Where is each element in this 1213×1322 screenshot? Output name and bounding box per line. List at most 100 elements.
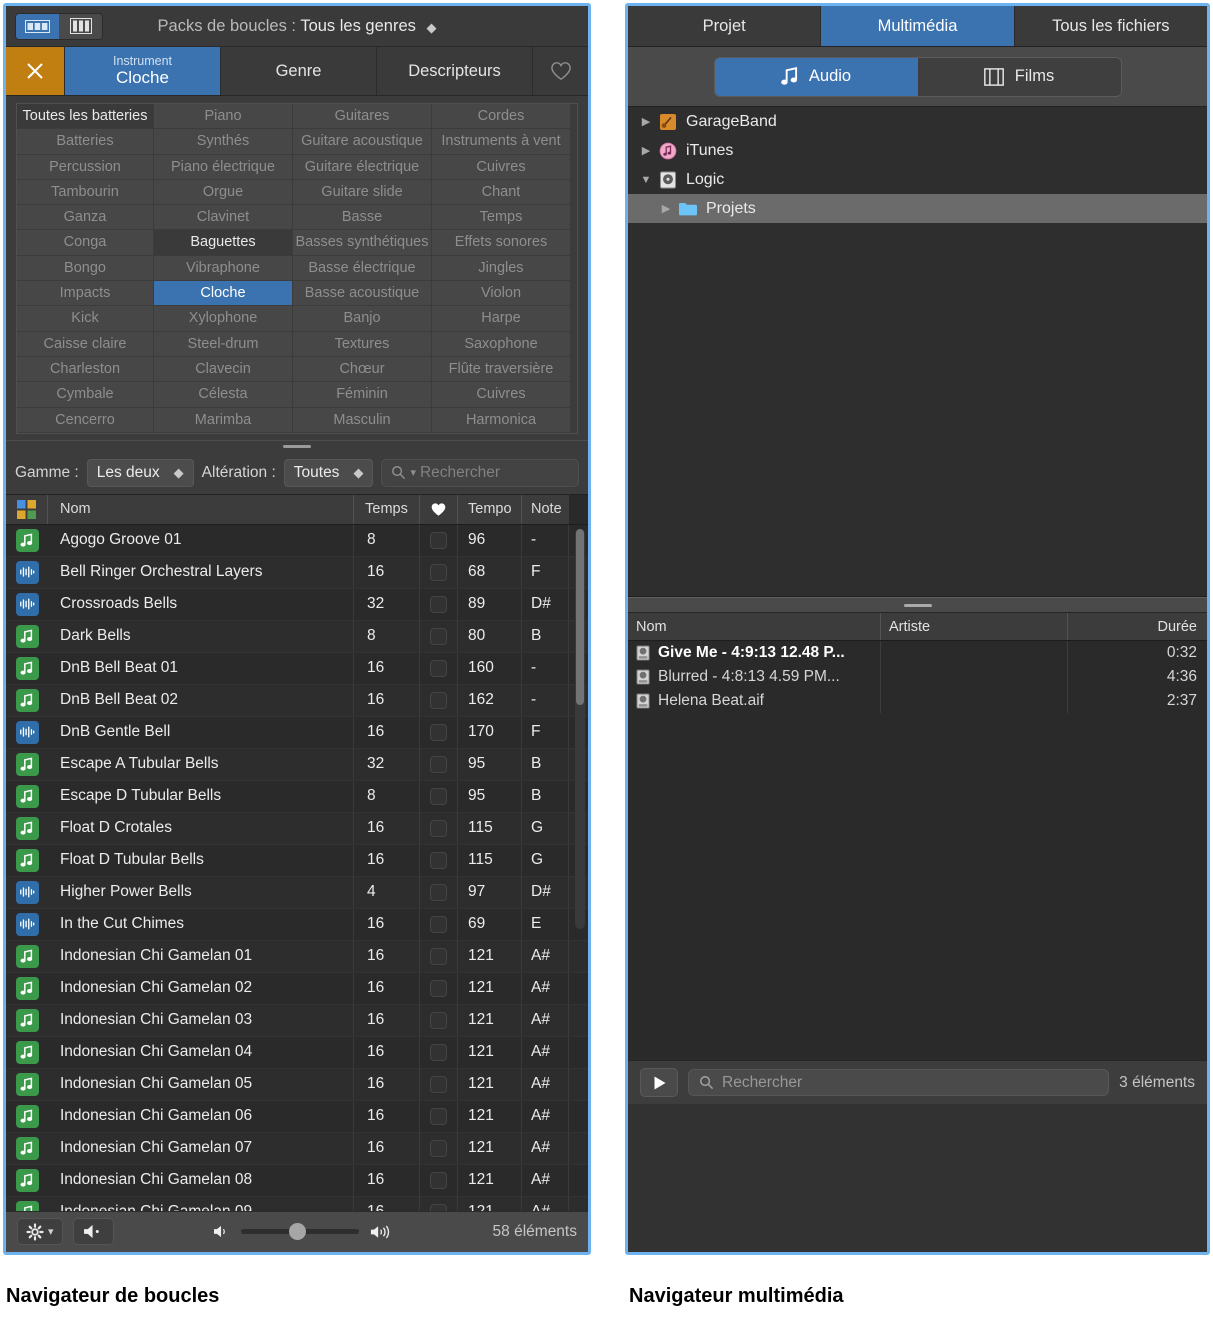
media-file-row[interactable]: Helena Beat.aif 2:37 bbox=[628, 689, 1207, 713]
instrument-keyword-cell[interactable]: Cencerro bbox=[17, 407, 154, 433]
loop-favorite-cell[interactable] bbox=[420, 876, 458, 908]
favorite-checkbox[interactable] bbox=[430, 531, 447, 549]
column-header-tempo[interactable]: Tempo bbox=[458, 494, 522, 524]
favorite-checkbox[interactable] bbox=[430, 883, 447, 901]
instrument-keyword-cell[interactable]: Piano bbox=[154, 104, 293, 130]
table-row[interactable]: DnB Gentle Bell 16 170 F bbox=[6, 716, 588, 749]
table-row[interactable]: Indonesian Chi Gamelan 02 16 121 A# bbox=[6, 972, 588, 1005]
favorites-filter-button[interactable] bbox=[532, 47, 588, 95]
table-row[interactable]: Float D Crotales 16 115 G bbox=[6, 812, 588, 845]
instrument-keyword-cell[interactable]: Guitare acoustique bbox=[293, 129, 432, 155]
instrument-keyword-cell[interactable]: Banjo bbox=[293, 306, 432, 332]
table-row[interactable]: Indonesian Chi Gamelan 07 16 121 A# bbox=[6, 1132, 588, 1165]
favorite-checkbox[interactable] bbox=[430, 659, 447, 677]
loop-list-scrollbar[interactable] bbox=[575, 528, 585, 929]
tree-item[interactable]: ▼ Logic bbox=[628, 165, 1207, 194]
segment-films[interactable]: Films bbox=[917, 57, 1121, 96]
loop-favorite-cell[interactable] bbox=[420, 908, 458, 940]
favorite-checkbox[interactable] bbox=[430, 723, 447, 741]
column-header-name[interactable]: Nom bbox=[48, 494, 354, 524]
table-row[interactable]: Float D Tubular Bells 16 115 G bbox=[6, 844, 588, 877]
instrument-keyword-cell[interactable]: Kick bbox=[17, 306, 154, 332]
loop-favorite-cell[interactable] bbox=[420, 716, 458, 748]
tab-descriptors[interactable]: Descripteurs bbox=[376, 47, 532, 95]
media-source-tree[interactable]: ▶ GarageBand ▶ iTunes ▼ Logic ▶ Projets bbox=[628, 107, 1207, 597]
loop-favorite-cell[interactable] bbox=[420, 844, 458, 876]
table-row[interactable]: Indonesian Chi Gamelan 04 16 121 A# bbox=[6, 1036, 588, 1069]
favorite-checkbox[interactable] bbox=[430, 1043, 447, 1061]
button-view-icon[interactable] bbox=[16, 13, 59, 39]
instrument-keyword-cell[interactable]: Cymbale bbox=[17, 382, 154, 408]
instrument-keyword-cell[interactable]: Orgue bbox=[154, 179, 293, 206]
instrument-keyword-cell[interactable]: Toutes les batteries bbox=[17, 104, 154, 130]
table-row[interactable]: Crossroads Bells 32 89 D# bbox=[6, 588, 588, 621]
instrument-keyword-cell[interactable]: Clavecin bbox=[154, 356, 293, 383]
loop-favorite-cell[interactable] bbox=[420, 684, 458, 716]
column-view-icon[interactable] bbox=[59, 13, 102, 39]
favorite-checkbox[interactable] bbox=[430, 1011, 447, 1029]
instrument-keyword-cell[interactable]: Harpe bbox=[432, 306, 571, 332]
loop-favorite-cell[interactable] bbox=[420, 524, 458, 556]
instrument-keyword-cell[interactable]: Basse acoustique bbox=[293, 281, 432, 307]
scale-select[interactable]: Les deux ◆ bbox=[86, 458, 194, 487]
table-row[interactable]: Indonesian Chi Gamelan 08 16 121 A# bbox=[6, 1164, 588, 1197]
loop-favorite-cell[interactable] bbox=[420, 812, 458, 844]
instrument-keyword-cell[interactable]: Steel-drum bbox=[154, 331, 293, 357]
instrument-keyword-cell[interactable]: Cuivres bbox=[432, 382, 571, 408]
loop-favorite-cell[interactable] bbox=[420, 588, 458, 620]
column-header-note[interactable]: Note bbox=[522, 495, 569, 524]
instrument-keyword-cell[interactable]: Conga bbox=[17, 230, 154, 256]
tab-instrument[interactable]: Instrument Cloche bbox=[64, 47, 220, 95]
view-mode-toggle[interactable] bbox=[15, 12, 103, 40]
loop-settings-button[interactable]: ▾ bbox=[17, 1218, 63, 1246]
table-row[interactable]: In the Cut Chimes 16 69 E bbox=[6, 908, 588, 941]
instrument-keyword-cell[interactable]: Effets sonores bbox=[432, 230, 571, 256]
instrument-keyword-cell[interactable]: Ganza bbox=[17, 205, 154, 231]
favorite-checkbox[interactable] bbox=[430, 947, 447, 965]
instrument-keyword-cell[interactable]: Textures bbox=[293, 331, 432, 357]
media-file-row[interactable]: Give Me - 4:9:13 12.48 P... 0:32 bbox=[628, 641, 1207, 665]
table-row[interactable]: Indonesian Chi Gamelan 0916 121A# bbox=[6, 1196, 588, 1211]
table-row[interactable]: DnB Bell Beat 01 16 160- bbox=[6, 652, 588, 685]
favorite-checkbox[interactable] bbox=[430, 787, 447, 805]
instrument-keyword-cell[interactable]: Bongo bbox=[17, 255, 154, 282]
triangle-right-icon[interactable]: ▶ bbox=[636, 115, 656, 128]
loop-volume-control[interactable] bbox=[124, 1223, 483, 1241]
instrument-keyword-cell[interactable]: Chant bbox=[432, 179, 571, 206]
loop-favorite-cell[interactable] bbox=[420, 1100, 458, 1132]
favorite-checkbox[interactable] bbox=[430, 1107, 447, 1125]
favorite-checkbox[interactable] bbox=[430, 1139, 447, 1157]
instrument-keyword-cell[interactable]: Violon bbox=[432, 281, 571, 307]
instrument-keyword-cell[interactable]: Tambourin bbox=[17, 179, 154, 206]
media-tab[interactable]: Projet bbox=[628, 6, 821, 46]
media-tab[interactable]: Multimédia bbox=[820, 6, 1014, 46]
loop-results-list[interactable]: Agogo Groove 01 8 96- Bell Ringer Orchestra… bbox=[6, 524, 588, 1211]
instrument-keyword-cell[interactable]: Clavinet bbox=[154, 205, 293, 231]
loop-favorite-cell[interactable] bbox=[420, 1068, 458, 1100]
instrument-keyword-cell[interactable]: Basse bbox=[293, 205, 432, 231]
media-tab[interactable]: Tous les fichiers bbox=[1013, 6, 1207, 46]
column-header-artist[interactable]: Artiste bbox=[881, 613, 1068, 640]
media-search-input[interactable]: Rechercher bbox=[688, 1069, 1110, 1096]
loop-favorite-cell[interactable] bbox=[420, 556, 458, 588]
accidental-select[interactable]: Toutes ◆ bbox=[283, 458, 374, 487]
loop-favorite-cell[interactable] bbox=[420, 620, 458, 652]
loop-mute-button[interactable] bbox=[72, 1218, 114, 1246]
loop-favorite-cell[interactable] bbox=[420, 652, 458, 684]
instrument-keyword-cell[interactable]: Batteries bbox=[17, 129, 154, 155]
instrument-keyword-cell[interactable]: Guitare électrique bbox=[293, 154, 432, 180]
tree-item[interactable]: ▶ GarageBand bbox=[628, 107, 1207, 136]
loop-favorite-cell[interactable] bbox=[420, 1164, 458, 1196]
instrument-keyword-cell[interactable]: Piano électrique bbox=[154, 154, 293, 180]
loop-search-input[interactable]: ▾ Rechercher bbox=[381, 458, 579, 487]
instrument-keyword-cell[interactable]: Caisse claire bbox=[17, 331, 154, 357]
media-file-list[interactable]: Give Me - 4:9:13 12.48 P... 0:32 Blurred -… bbox=[628, 641, 1207, 1060]
table-row[interactable]: Higher Power Bells 4 97 D# bbox=[6, 876, 588, 909]
instrument-keyword-cell[interactable]: Masculin bbox=[293, 407, 432, 433]
table-row[interactable]: Agogo Groove 01 8 96- bbox=[6, 524, 588, 557]
instrument-keyword-cell[interactable]: Impacts bbox=[17, 281, 154, 307]
loop-favorite-cell[interactable] bbox=[420, 972, 458, 1004]
instrument-keyword-cell[interactable]: Féminin bbox=[293, 382, 432, 408]
instrument-keyword-cell[interactable]: Basses synthétiques bbox=[293, 230, 432, 256]
table-row[interactable]: Indonesian Chi Gamelan 06 16 121 A# bbox=[6, 1100, 588, 1133]
